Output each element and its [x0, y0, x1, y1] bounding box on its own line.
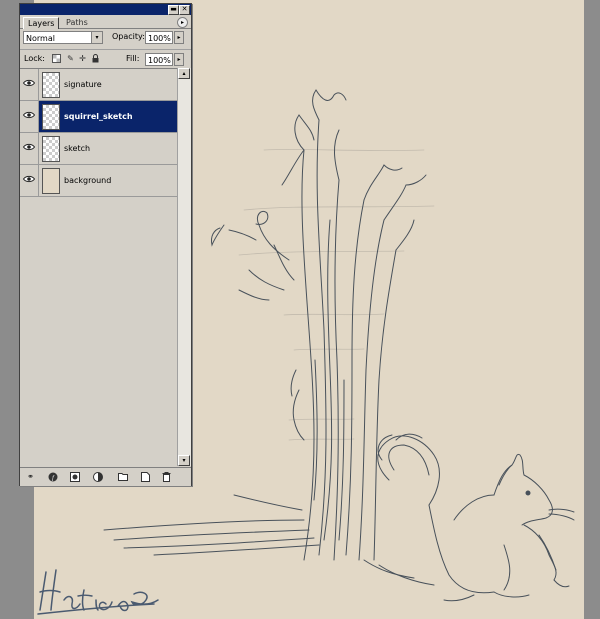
lock-all-icon[interactable]	[91, 54, 100, 63]
layer-name: signature	[64, 80, 102, 89]
signature-mark	[37, 569, 159, 615]
opacity-field[interactable]: 100%	[145, 31, 173, 44]
fill-label: Fill:	[126, 54, 140, 63]
layer-list-scrollbar[interactable]: ▴ ▾	[177, 68, 191, 466]
palette-footer: ⚭ f	[20, 467, 191, 486]
layer-row-signature[interactable]: signature	[20, 69, 177, 101]
layer-row-sketch[interactable]: sketch	[20, 133, 177, 165]
layer-mask-icon[interactable]	[69, 472, 80, 482]
visibility-toggle[interactable]	[20, 101, 39, 132]
layer-row-squirrel-sketch[interactable]: squirrel_sketch	[20, 101, 177, 133]
link-layers-icon[interactable]: ⚭	[25, 472, 36, 482]
scroll-down-button[interactable]: ▾	[178, 455, 190, 466]
layer-row-background[interactable]: background	[20, 165, 177, 197]
eye-icon	[23, 79, 35, 87]
layer-thumbnail	[42, 104, 60, 130]
visibility-toggle[interactable]	[20, 133, 39, 164]
new-layer-icon[interactable]	[140, 472, 151, 482]
lock-fill-row: Lock: ✎ ✛ Fill: 100% ▸	[20, 49, 191, 68]
layer-name: background	[64, 176, 112, 185]
adjustment-layer-icon[interactable]	[92, 472, 103, 482]
layer-list: signature squirrel_sketch sketch backgro…	[20, 68, 177, 467]
lock-position-icon[interactable]: ✛	[78, 54, 87, 63]
chevron-down-icon[interactable]: ▾	[91, 32, 102, 43]
layer-style-icon[interactable]: f	[47, 472, 58, 482]
palette-titlebar[interactable]: ▬ ✕	[20, 4, 191, 15]
layers-palette: ▬ ✕ Layers Paths ▸ Normal ▾ Opacity: 100…	[19, 3, 192, 486]
layer-thumbnail	[42, 72, 60, 98]
scroll-up-button[interactable]: ▴	[178, 68, 190, 79]
blend-mode-select[interactable]: Normal ▾	[23, 31, 103, 44]
palette-menu-button[interactable]: ▸	[177, 17, 188, 28]
opacity-slider-button[interactable]: ▸	[174, 31, 184, 44]
lock-label: Lock:	[24, 54, 45, 63]
lock-transparent-icon[interactable]	[52, 54, 61, 63]
eye-icon	[23, 111, 35, 119]
tab-layers[interactable]: Layers	[23, 17, 60, 29]
trash-icon[interactable]	[161, 472, 172, 482]
visibility-toggle[interactable]	[20, 69, 39, 100]
minimize-button[interactable]: ▬	[168, 5, 179, 15]
blend-opacity-row: Normal ▾ Opacity: 100% ▸	[20, 29, 191, 47]
layer-name: squirrel_sketch	[64, 112, 133, 121]
visibility-toggle[interactable]	[20, 165, 39, 196]
opacity-label: Opacity:	[112, 32, 145, 41]
close-button[interactable]: ✕	[179, 5, 190, 15]
blend-mode-value: Normal	[26, 34, 55, 43]
tab-paths[interactable]: Paths	[62, 17, 92, 28]
new-group-icon[interactable]	[117, 472, 128, 482]
fill-field[interactable]: 100%	[145, 53, 173, 66]
lock-image-icon[interactable]: ✎	[66, 54, 75, 63]
palette-tabs: Layers Paths ▸	[20, 15, 191, 29]
eye-icon	[23, 175, 35, 183]
layer-thumbnail	[42, 136, 60, 162]
fill-slider-button[interactable]: ▸	[174, 53, 184, 66]
layer-name: sketch	[64, 144, 91, 153]
eye-icon	[23, 143, 35, 151]
layer-thumbnail	[42, 168, 60, 194]
